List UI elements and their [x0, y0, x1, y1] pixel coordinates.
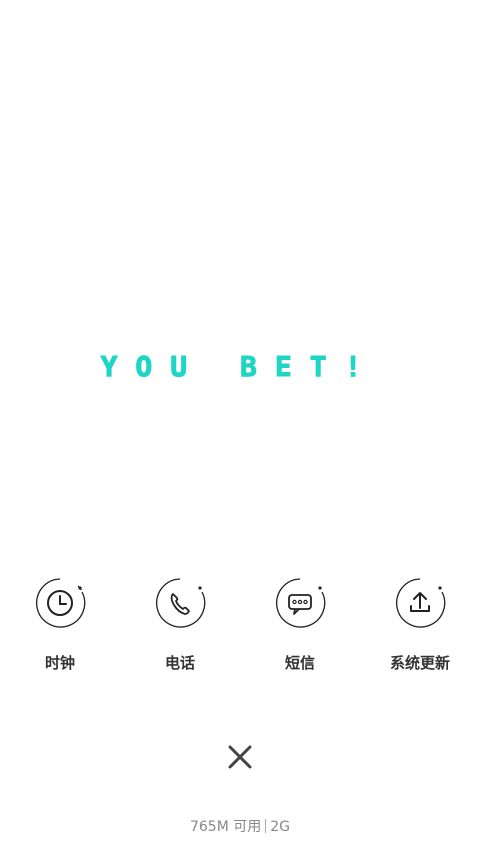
app-label-phone: 电话: [164, 654, 195, 672]
close-icon: [228, 745, 252, 769]
recent-apps-row: 时钟 电话 短信 系统更新: [0, 576, 480, 673]
app-messages[interactable]: 短信: [250, 576, 350, 673]
app-phone[interactable]: 电话: [130, 576, 230, 673]
status-divider: [265, 819, 267, 833]
network-type: 2G: [270, 819, 291, 835]
app-system-update[interactable]: 系统更新: [370, 576, 470, 673]
app-clock[interactable]: 时钟: [10, 576, 110, 673]
app-label-clock: 时钟: [44, 654, 75, 672]
app-label-system-update: 系统更新: [389, 654, 450, 672]
app-label-messages: 短信: [284, 654, 315, 672]
message-icon: [273, 576, 327, 630]
upload-icon: [393, 576, 447, 630]
memory-status: 765M 可用 2G: [0, 816, 480, 836]
memory-available: 765M 可用: [189, 819, 262, 835]
clock-icon: [33, 576, 87, 630]
recent-apps-screen: You bet! 时钟 电话: [0, 0, 480, 853]
phone-icon: [153, 576, 207, 630]
close-all-button[interactable]: [225, 742, 255, 772]
splash-text: You bet!: [100, 350, 380, 384]
